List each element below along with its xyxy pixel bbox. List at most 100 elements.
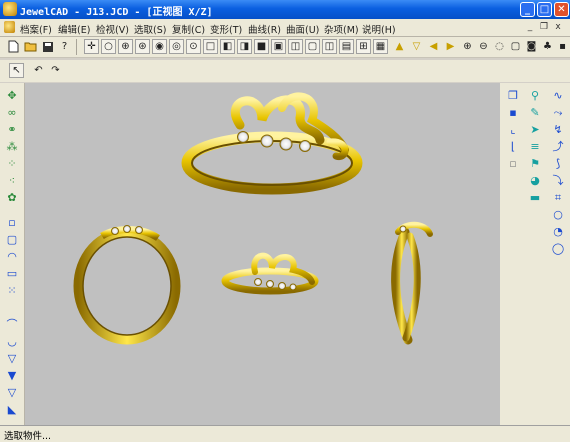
zoom-in-icon[interactable]: ⊕ <box>460 39 475 54</box>
half-view-icon[interactable]: ◧ <box>220 39 235 54</box>
viewport-canvas[interactable] <box>25 83 500 425</box>
minimize-button[interactable]: _ <box>520 2 535 17</box>
dotted-grid-icon[interactable]: ⁙ <box>4 282 20 298</box>
cone-outline-icon[interactable]: ▽ <box>4 384 20 400</box>
menu-help[interactable]: 说明(H) <box>362 22 396 36</box>
save-icon[interactable] <box>40 39 55 54</box>
snap-center-icon[interactable]: ⊛ <box>135 39 150 54</box>
pin-icon[interactable]: ✎ <box>527 104 543 120</box>
ellipse-tool-icon[interactable]: ◯ <box>550 240 566 256</box>
new-file-icon[interactable] <box>6 39 21 54</box>
window-title: JewelCAD - J13.JCD - [正视图 X/Z] <box>20 7 213 18</box>
curve-tool-2-icon[interactable]: ⤳ <box>550 104 566 120</box>
secondary-toolbar: ↖ ↶ ↷ <box>0 60 570 82</box>
close-button[interactable]: ✕ <box>554 2 569 17</box>
menu-surface[interactable]: 曲面(U) <box>286 22 319 36</box>
mdi-close-button[interactable]: x <box>552 22 564 33</box>
frame-square-icon[interactable]: ▢ <box>4 231 20 247</box>
arc-tool-icon[interactable]: ◔ <box>550 223 566 239</box>
grid-view-icon[interactable]: ▦ <box>373 39 388 54</box>
rotate-arrow-icon[interactable]: ➤ <box>527 121 543 137</box>
three-view-icon[interactable]: ▤ <box>339 39 354 54</box>
circle-select-icon[interactable]: ○ <box>101 39 116 54</box>
four-view-icon[interactable]: ⊞ <box>356 39 371 54</box>
rounded-shape-icon[interactable]: ◠ <box>4 248 20 264</box>
status-bar: 选取物件... <box>0 425 570 442</box>
curve-tool-1-icon[interactable]: ∿ <box>550 87 566 103</box>
curve-tool-6-icon[interactable]: ⤵ <box>550 172 566 188</box>
menu-copy[interactable]: 复制(C) <box>172 22 205 36</box>
snap-node-icon[interactable]: ⊙ <box>186 39 201 54</box>
maximize-button[interactable]: □ <box>537 2 552 17</box>
menu-misc[interactable]: 杂项(M) <box>324 22 359 36</box>
point-icon[interactable]: ▪ <box>505 104 521 120</box>
shade-view-icon[interactable]: ◨ <box>237 39 252 54</box>
menu-curve[interactable]: 曲线(R) <box>248 22 281 36</box>
zoom-all-icon[interactable]: ▢ <box>508 39 523 54</box>
triangle-left-icon[interactable]: ◀ <box>426 39 441 54</box>
split-view-icon[interactable]: ◫ <box>288 39 303 54</box>
redo-icon[interactable]: ↷ <box>48 63 63 78</box>
wire-view-icon[interactable]: ▣ <box>271 39 286 54</box>
render-icon[interactable]: ♣ <box>540 39 555 54</box>
pie-tool-icon[interactable]: ◕ <box>527 172 543 188</box>
snap-point-icon[interactable]: ⊕ <box>118 39 133 54</box>
title-bar: JewelCAD - J13.JCD - [正视图 X/Z] _ □ ✕ <box>0 0 570 19</box>
zoom-window-icon[interactable]: ◌ <box>492 39 507 54</box>
menu-file[interactable]: 档案(F) <box>20 22 52 36</box>
document-icon[interactable] <box>4 21 15 33</box>
menu-select[interactable]: 选取(S) <box>134 22 166 36</box>
wedge-icon[interactable]: ◣ <box>4 401 20 417</box>
solid-view-icon[interactable]: ■ <box>254 39 269 54</box>
snap-grid-icon[interactable]: ◎ <box>169 39 184 54</box>
triangle-right-icon[interactable]: ▶ <box>443 39 458 54</box>
select-arrow-icon[interactable]: ↖ <box>9 63 24 78</box>
curve-tool-3-icon[interactable]: ↯ <box>550 121 566 137</box>
triangle-down-icon[interactable]: ▽ <box>409 39 424 54</box>
cone-solid-icon[interactable]: ▼ <box>4 367 20 383</box>
link-objects-icon[interactable]: ⚭ <box>4 121 20 137</box>
mdi-restore-button[interactable]: ❐ <box>538 22 550 33</box>
mdi-minimize-button[interactable]: _ <box>524 22 536 33</box>
arc-up-icon[interactable]: ⌒ <box>4 316 20 332</box>
flat-shape-icon[interactable]: ▭ <box>4 265 20 281</box>
menu-view[interactable]: 检视(V) <box>96 22 129 36</box>
stack-icon[interactable]: ≡ <box>527 138 543 154</box>
small-square-icon[interactable]: ▫ <box>4 214 20 230</box>
circle-tool-icon[interactable]: ○ <box>550 206 566 222</box>
menu-transform[interactable]: 变形(T) <box>210 22 242 36</box>
camera-icon[interactable]: ◙ <box>524 39 539 54</box>
cone-down-icon[interactable]: ▽ <box>4 350 20 366</box>
copy-objects-icon[interactable]: ∞ <box>4 104 20 120</box>
help-pointer-icon[interactable]: ? <box>57 39 72 54</box>
node-edit-icon[interactable]: ⌗ <box>550 189 566 205</box>
corner-icon[interactable]: ⌞ <box>505 121 521 137</box>
group-objects-icon[interactable]: ⁂ <box>4 138 20 154</box>
curve-tool-4-icon[interactable]: ⤴ <box>550 138 566 154</box>
curve-tool-5-icon[interactable]: ⟆ <box>550 155 566 171</box>
more-tools-icon[interactable]: ▪ <box>555 39 570 54</box>
floor-icon[interactable]: ⌊ <box>505 138 521 154</box>
open-folder-icon[interactable] <box>23 39 38 54</box>
disabled-tool-icon[interactable]: ▫ <box>505 155 521 171</box>
array-objects-icon[interactable]: ⁘ <box>4 155 20 171</box>
arc-down-icon[interactable]: ◡ <box>4 333 20 349</box>
slab-icon[interactable]: ▬ <box>527 189 543 205</box>
two-view-icon[interactable]: ◫ <box>322 39 337 54</box>
triangle-up-icon[interactable]: ▲ <box>392 39 407 54</box>
flag-icon[interactable]: ⚑ <box>527 155 543 171</box>
single-view-icon[interactable]: ▢ <box>305 39 320 54</box>
scatter-objects-icon[interactable]: ⁖ <box>4 172 20 188</box>
menu-edit[interactable]: 编辑(E) <box>58 22 90 36</box>
select-objects-icon[interactable]: ✥ <box>4 87 20 103</box>
ring-render <box>73 92 433 345</box>
snap-vertex-icon[interactable]: ◉ <box>152 39 167 54</box>
crosshair-icon[interactable]: ✛ <box>84 39 99 54</box>
zoom-out-icon[interactable]: ⊖ <box>476 39 491 54</box>
gem-cluster-icon[interactable]: ✿ <box>4 189 20 205</box>
undo-icon[interactable]: ↶ <box>31 63 46 78</box>
app-icon[interactable] <box>3 2 17 16</box>
box-view-icon[interactable]: □ <box>203 39 218 54</box>
lasso-icon[interactable]: ⚲ <box>527 87 543 103</box>
layers-icon[interactable]: ❐ <box>505 87 521 103</box>
